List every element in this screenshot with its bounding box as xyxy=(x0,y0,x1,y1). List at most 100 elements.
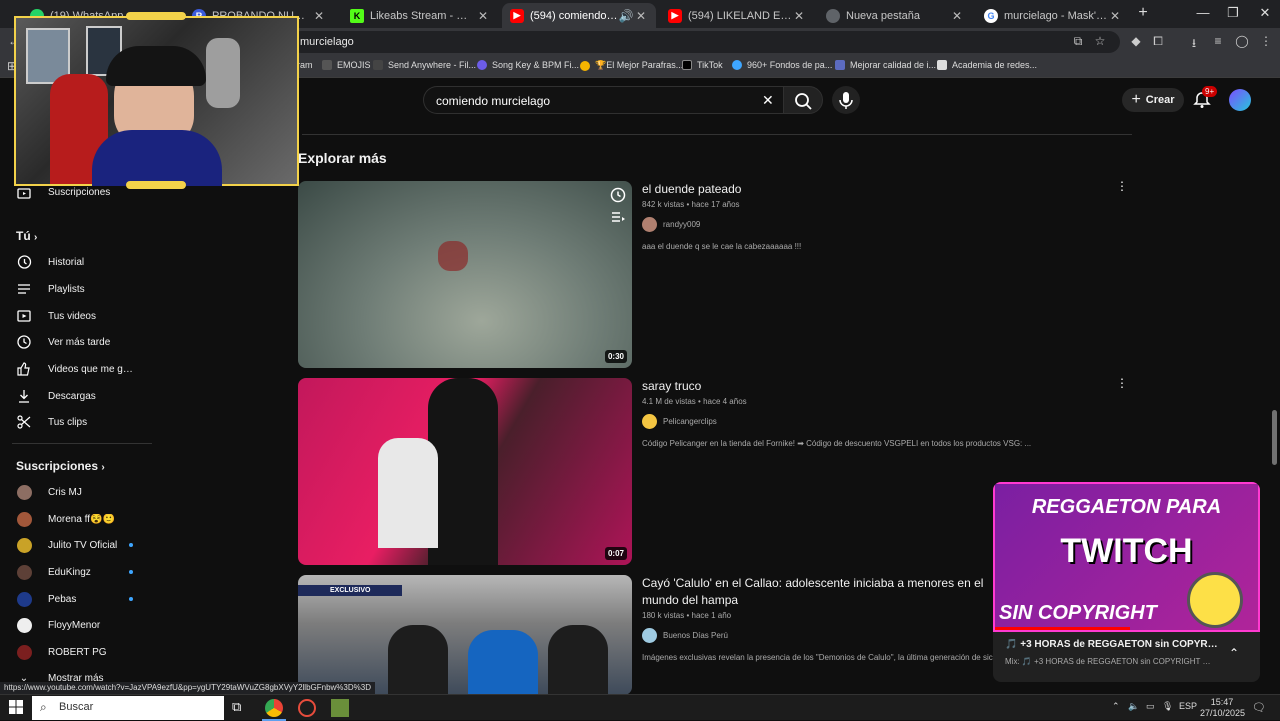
windows-start-icon[interactable] xyxy=(8,699,26,717)
search-button[interactable] xyxy=(783,86,823,114)
close-tab-icon[interactable]: ✕ xyxy=(312,9,326,23)
restore-icon[interactable]: ❐ xyxy=(1218,5,1248,21)
close-tab-icon[interactable]: ✕ xyxy=(476,9,490,23)
close-window-icon[interactable]: ✕ xyxy=(1250,5,1280,21)
chrome-icon xyxy=(826,8,840,23)
tab-comiendo-murcielago[interactable]: ▶ (594) comiendo murcielago 🔊 ✕ xyxy=(502,3,656,28)
video-title[interactable]: Cayó 'Calulo' en el Callao: adolescente … xyxy=(642,575,992,609)
speaker-icon[interactable]: 🔊 xyxy=(618,9,634,23)
tab-title: (594) comiendo murcielago xyxy=(530,9,618,22)
minecraft-icon[interactable] xyxy=(331,699,349,717)
bookmark-item[interactable]: Send Anywhere - Fil... xyxy=(373,60,476,70)
task-view-icon[interactable]: ⧉ xyxy=(232,699,250,717)
close-tab-icon[interactable]: ✕ xyxy=(792,9,806,23)
sidebar-item-liked-videos[interactable]: Videos que me gus... xyxy=(0,356,155,382)
tab-title: murcielago - Mask'ana Google xyxy=(1004,9,1108,22)
bookmark-star-icon[interactable]: ☆ xyxy=(1092,34,1108,50)
page-scrollbar[interactable] xyxy=(1272,410,1277,465)
speaker-icon[interactable]: 🔈 xyxy=(1128,701,1139,712)
tab-google-search[interactable]: G murcielago - Mask'ana Google ✕ xyxy=(976,3,1130,28)
notifications-icon[interactable]: 🗨 xyxy=(1252,701,1266,714)
progress-bar[interactable] xyxy=(995,627,1130,630)
more-options-icon[interactable]: ⋮ xyxy=(1116,376,1128,390)
sidebar-subscriptions-header[interactable]: Suscripciones › xyxy=(16,459,105,473)
bookmark-item[interactable]: Song Key & BPM Fi... xyxy=(477,60,579,70)
voice-search-button[interactable] xyxy=(832,86,860,114)
close-tab-icon[interactable]: ✕ xyxy=(950,9,964,23)
bookmark-item[interactable]: 960+ Fondos de pa... xyxy=(732,60,832,70)
sidebar-item-watch-later[interactable]: Ver más tarde xyxy=(0,329,155,355)
close-tab-icon[interactable]: ✕ xyxy=(1108,9,1122,23)
create-button[interactable]: + Crear xyxy=(1122,88,1184,112)
bookmark-item[interactable]: EMOJIS xyxy=(322,60,371,70)
chrome-taskbar-icon[interactable] xyxy=(265,699,283,717)
media-controls-icon[interactable]: ≡ xyxy=(1210,34,1226,50)
bookmark-item[interactable]: ram xyxy=(297,60,313,70)
network-icon[interactable]: ▭ xyxy=(1146,701,1155,712)
chevron-up-icon[interactable]: ⌃ xyxy=(1229,646,1239,660)
bookmark-item[interactable]: 🏆El Mejor Parafras... xyxy=(580,60,683,71)
download-icon xyxy=(16,388,32,404)
watch-later-icon[interactable] xyxy=(610,187,626,203)
channel-link[interactable]: randyy009 xyxy=(642,217,1002,232)
tab-likeabs[interactable]: K Likeabs Stream - Watch Live on ✕ xyxy=(342,3,498,28)
sidebar-you-header[interactable]: Tú › xyxy=(16,229,37,243)
address-bar[interactable]: murcielago xyxy=(290,31,1120,53)
miniplayer[interactable]: REGGAETON PARA TWITCH SIN COPYRIGHT 🎵 +3… xyxy=(993,482,1260,682)
tab-likeland[interactable]: ▶ (594) LIKELAND Ep. 16 - EN BU ✕ xyxy=(660,3,814,28)
video-info: saray truco 4.1 M de vistas • hace 4 año… xyxy=(642,378,1032,448)
miniplayer-video[interactable]: REGGAETON PARA TWITCH SIN COPYRIGHT xyxy=(993,482,1260,632)
sidebar-item-playlists[interactable]: Playlists xyxy=(0,276,155,302)
sidebar-sub-item[interactable]: EduKingz xyxy=(0,559,155,585)
bookmark-item[interactable]: Academia de redes... xyxy=(937,60,1037,70)
chrome-menu-icon[interactable]: ⋮ xyxy=(1258,34,1274,50)
search-input[interactable]: comiendo murcielago xyxy=(423,86,783,114)
language-indicator[interactable]: ESP xyxy=(1179,701,1197,711)
video-thumbnail[interactable]: 0:30 xyxy=(298,181,632,368)
download-icon[interactable]: ⭳ xyxy=(1186,34,1202,50)
more-options-icon[interactable]: ⋮ xyxy=(1116,179,1128,193)
clear-search-icon[interactable]: ✕ xyxy=(762,92,774,109)
extension-icon[interactable]: ◆ xyxy=(1128,34,1144,50)
puzzle-icon[interactable]: ⧠ xyxy=(1150,34,1166,50)
new-tab-icon[interactable]: + xyxy=(1128,4,1158,22)
clock[interactable]: 15:47 27/10/2025 xyxy=(1200,697,1245,719)
add-to-queue-icon[interactable] xyxy=(610,209,626,225)
bookmark-item[interactable]: TikTok xyxy=(682,60,723,70)
cast-icon[interactable]: ⧉ xyxy=(1070,34,1086,50)
channel-link[interactable]: Pelicangerclips xyxy=(642,414,1031,429)
video-title[interactable]: el duende pateado xyxy=(642,181,1002,198)
sidebar-sub-item[interactable]: Pebas xyxy=(0,586,155,612)
profile-icon[interactable]: ◯ xyxy=(1234,34,1250,50)
close-tab-icon[interactable]: ✕ xyxy=(634,9,648,23)
notifications-button[interactable]: 9+ xyxy=(1192,86,1218,110)
youtube-icon: ▶ xyxy=(668,8,682,23)
sidebar-sub-item[interactable]: ROBERT PG xyxy=(0,639,155,665)
taskbar-search-input[interactable]: ⌕ Buscar xyxy=(32,696,224,720)
sidebar-item-downloads[interactable]: Descargas xyxy=(0,383,155,409)
chevron-up-icon[interactable]: ⌃ xyxy=(1112,701,1120,712)
address-url: murcielago xyxy=(300,36,354,48)
sidebar-sub-item[interactable]: Cris MJ xyxy=(0,479,155,505)
sidebar-item-clips[interactable]: Tus clips xyxy=(0,409,155,435)
sidebar-sub-item[interactable]: Julito TV Oficial xyxy=(0,532,155,558)
avatar[interactable] xyxy=(1229,89,1251,111)
bookmark-item[interactable]: Mejorar calidad de i... xyxy=(835,60,936,70)
video-thumbnail[interactable]: 0:07 xyxy=(298,378,632,565)
obs-icon[interactable] xyxy=(298,699,316,717)
taskbar: ⌕ Buscar ⧉ ⌃ 🔈 ▭ 🎙 ESP 15:47 27/10/2025 … xyxy=(0,694,1280,721)
sidebar-item-your-videos[interactable]: Tus videos xyxy=(0,303,155,329)
video-title[interactable]: saray truco xyxy=(642,378,1002,395)
sidebar-item-history[interactable]: Historial xyxy=(0,249,155,275)
channel-link[interactable]: Buenos Días Perú xyxy=(642,628,994,643)
tab-nueva-pestana[interactable]: Nueva pestaña ✕ xyxy=(818,3,972,28)
video-thumbnail[interactable]: EXCLUSIVO xyxy=(298,575,632,695)
microphone-icon[interactable]: 🎙 xyxy=(1162,701,1173,712)
sidebar-sub-item[interactable]: Morena ff😵🙂 xyxy=(0,506,155,532)
sidebar-sub-item[interactable]: FloyyMenor xyxy=(0,612,155,638)
minimize-icon[interactable]: — xyxy=(1188,5,1218,20)
thumbnail-detail xyxy=(438,241,468,271)
subscriptions-icon xyxy=(16,184,32,200)
microphone-icon xyxy=(839,92,853,109)
miniplayer-title[interactable]: 🎵 +3 HORAS de REGGAETON sin COPYRIGHT... xyxy=(1005,639,1220,650)
